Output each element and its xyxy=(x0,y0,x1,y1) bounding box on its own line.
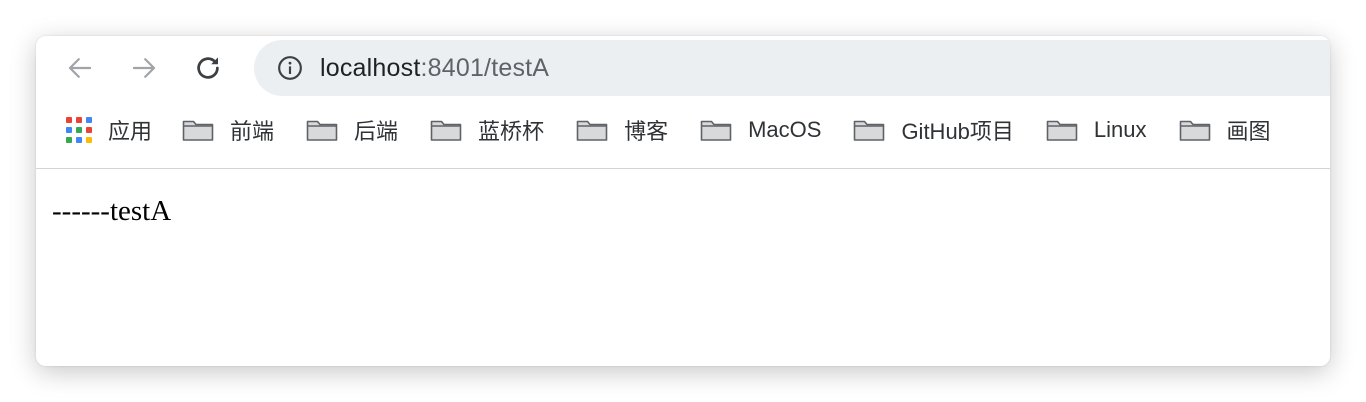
folder-icon xyxy=(853,118,885,142)
folder-icon xyxy=(306,118,338,142)
bookmark-folder-macos[interactable]: MacOS xyxy=(700,110,821,150)
bookmark-folder-github[interactable]: GitHub项目 xyxy=(853,110,1014,150)
bookmark-folder-linux[interactable]: Linux xyxy=(1046,110,1147,150)
folder-icon xyxy=(1046,118,1078,142)
page-content: ------testA xyxy=(36,169,1330,366)
bookmark-folder-frontend[interactable]: 前端 xyxy=(182,110,274,150)
forward-arrow-icon xyxy=(132,58,156,78)
bookmark-folder-lanqiao[interactable]: 蓝桥杯 xyxy=(430,110,544,150)
folder-icon xyxy=(182,118,214,142)
bookmark-label: GitHub项目 xyxy=(901,119,1014,144)
url-path: :8401/testA xyxy=(420,53,550,82)
bookmark-label: 前端 xyxy=(230,119,275,144)
browser-toolbar: localhost:8401/testA xyxy=(36,36,1330,100)
bookmark-label: Linux xyxy=(1093,117,1147,142)
reload-icon xyxy=(197,57,219,79)
back-arrow-icon xyxy=(68,58,92,78)
bookmark-folder-drawing[interactable]: 画图 xyxy=(1179,110,1271,150)
back-button[interactable] xyxy=(64,52,96,84)
reload-button[interactable] xyxy=(192,52,224,84)
bookmark-label: 博客 xyxy=(624,119,669,144)
forward-button[interactable] xyxy=(128,52,160,84)
url-host: localhost xyxy=(320,53,421,82)
folder-icon xyxy=(700,118,732,142)
folder-icon xyxy=(1179,118,1211,142)
bookmark-label: 后端 xyxy=(354,119,399,144)
apps-grid-icon xyxy=(66,117,92,143)
bookmark-label: 应用 xyxy=(108,119,153,144)
browser-window: localhost:8401/testA 应用 前端 后端 蓝桥杯 博客 Mac… xyxy=(36,36,1330,366)
bookmark-folder-backend[interactable]: 后端 xyxy=(306,110,398,150)
bookmark-apps[interactable]: 应用 xyxy=(66,110,152,150)
url-text[interactable]: localhost:8401/testA xyxy=(320,54,549,83)
bookmark-folder-blog[interactable]: 博客 xyxy=(576,110,668,150)
bookmark-label: 蓝桥杯 xyxy=(478,119,545,144)
bookmarks-bar: 应用 前端 后端 蓝桥杯 博客 MacOS GitHub项目 Linux 画图 xyxy=(36,108,1330,152)
folder-icon xyxy=(576,118,608,142)
page-body-text: ------testA xyxy=(52,195,172,227)
bookmark-label: MacOS xyxy=(748,117,822,142)
info-icon[interactable] xyxy=(276,54,304,82)
folder-icon xyxy=(430,118,462,142)
address-bar[interactable]: localhost:8401/testA xyxy=(254,40,1330,96)
bookmark-label: 画图 xyxy=(1226,119,1271,144)
